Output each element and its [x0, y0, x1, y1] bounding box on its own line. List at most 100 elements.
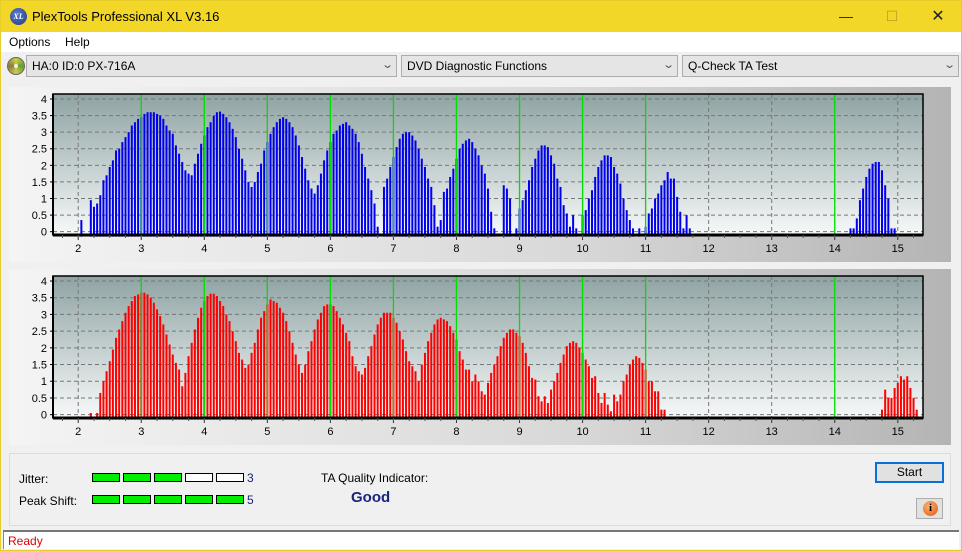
bar	[524, 190, 527, 237]
bar	[294, 135, 297, 237]
bar	[389, 166, 392, 237]
maximize-button[interactable]: ☐	[869, 1, 915, 32]
bar	[553, 163, 556, 237]
bar	[405, 351, 408, 420]
bar	[862, 188, 865, 237]
bar	[452, 168, 455, 237]
bar	[209, 293, 212, 420]
bar	[906, 376, 909, 420]
bar	[165, 334, 168, 420]
bar	[572, 341, 575, 420]
bar	[550, 389, 553, 420]
bar	[527, 366, 530, 420]
bar	[559, 362, 562, 420]
bar	[222, 306, 225, 420]
bar	[405, 132, 408, 237]
bar	[572, 215, 575, 237]
x-tick-label: 2	[75, 243, 81, 255]
bar	[332, 133, 335, 237]
bar	[550, 155, 553, 237]
bar	[291, 127, 294, 237]
bar	[874, 162, 877, 237]
bar	[537, 396, 540, 420]
bar	[379, 317, 382, 420]
bar	[613, 166, 616, 237]
bar	[197, 317, 199, 420]
bar	[133, 122, 136, 237]
bar	[181, 162, 184, 237]
minimize-button[interactable]: —	[823, 1, 869, 32]
info-button[interactable]: i	[916, 498, 943, 519]
bar	[133, 296, 136, 420]
jitter-meter-segment	[154, 473, 182, 482]
bar	[893, 387, 896, 420]
bar	[386, 178, 389, 237]
bar	[288, 122, 291, 237]
bar	[228, 321, 231, 420]
peak-shift-meter-segment	[185, 495, 213, 504]
bar	[313, 329, 316, 420]
peak-shift-meter-segment	[92, 495, 120, 504]
bar	[487, 382, 489, 420]
bar	[490, 372, 493, 420]
jitter-meter-segment	[92, 473, 120, 482]
chevron-down-icon: ⌄	[942, 59, 956, 71]
bar	[420, 158, 423, 237]
y-tick-label: 1.5	[32, 177, 47, 189]
x-tick-label: 12	[703, 426, 715, 438]
bar	[622, 198, 625, 237]
bar	[896, 382, 899, 420]
menu-help[interactable]: Help	[65, 35, 90, 49]
bar	[225, 117, 228, 237]
bar	[310, 188, 313, 237]
bar	[323, 160, 326, 237]
bar	[430, 332, 433, 420]
bar	[543, 145, 546, 237]
menu-options[interactable]: Options	[9, 35, 50, 49]
bar	[118, 329, 121, 420]
start-button[interactable]: Start	[875, 462, 944, 483]
bar	[502, 185, 505, 237]
bar	[319, 173, 322, 237]
bar	[468, 369, 471, 420]
bar	[887, 198, 890, 237]
bar	[121, 321, 124, 420]
bar	[159, 115, 162, 237]
bar	[464, 369, 467, 420]
bar	[174, 362, 177, 420]
bar	[108, 166, 111, 237]
bar	[269, 299, 272, 420]
bar	[354, 366, 357, 420]
bar	[212, 293, 215, 420]
x-tick-label: 4	[201, 243, 207, 255]
x-tick-label: 9	[516, 426, 522, 438]
bar	[414, 371, 417, 420]
x-tick-label: 6	[327, 243, 333, 255]
disc-drive-icon	[7, 57, 25, 75]
title-bar[interactable]: XL PlexTools Professional XL V3.16 — ☐ ✕	[1, 1, 961, 32]
bar	[575, 342, 578, 420]
close-button[interactable]: ✕	[915, 1, 961, 32]
peak-shift-meter	[92, 495, 244, 504]
peak-shift-meter-segment	[154, 495, 182, 504]
drive-select[interactable]: HA:0 ID:0 PX-716A ⌄	[26, 55, 397, 77]
bar	[401, 339, 404, 420]
bar	[427, 178, 430, 237]
x-tick-label: 15	[892, 243, 904, 255]
bar	[187, 356, 190, 420]
bar	[647, 381, 650, 420]
bar	[118, 148, 121, 237]
bar	[881, 170, 884, 237]
bar	[565, 213, 568, 237]
test-select[interactable]: Q-Check TA Test ⌄	[682, 55, 959, 77]
bar	[310, 341, 313, 420]
bar	[291, 342, 294, 420]
bar	[278, 118, 281, 237]
bar	[354, 133, 357, 237]
bar	[660, 185, 663, 237]
function-select[interactable]: DVD Diagnostic Functions ⌄	[401, 55, 678, 77]
bar	[250, 186, 253, 237]
bar	[115, 337, 118, 420]
x-tick-label: 2	[75, 426, 81, 438]
bar	[351, 356, 354, 420]
